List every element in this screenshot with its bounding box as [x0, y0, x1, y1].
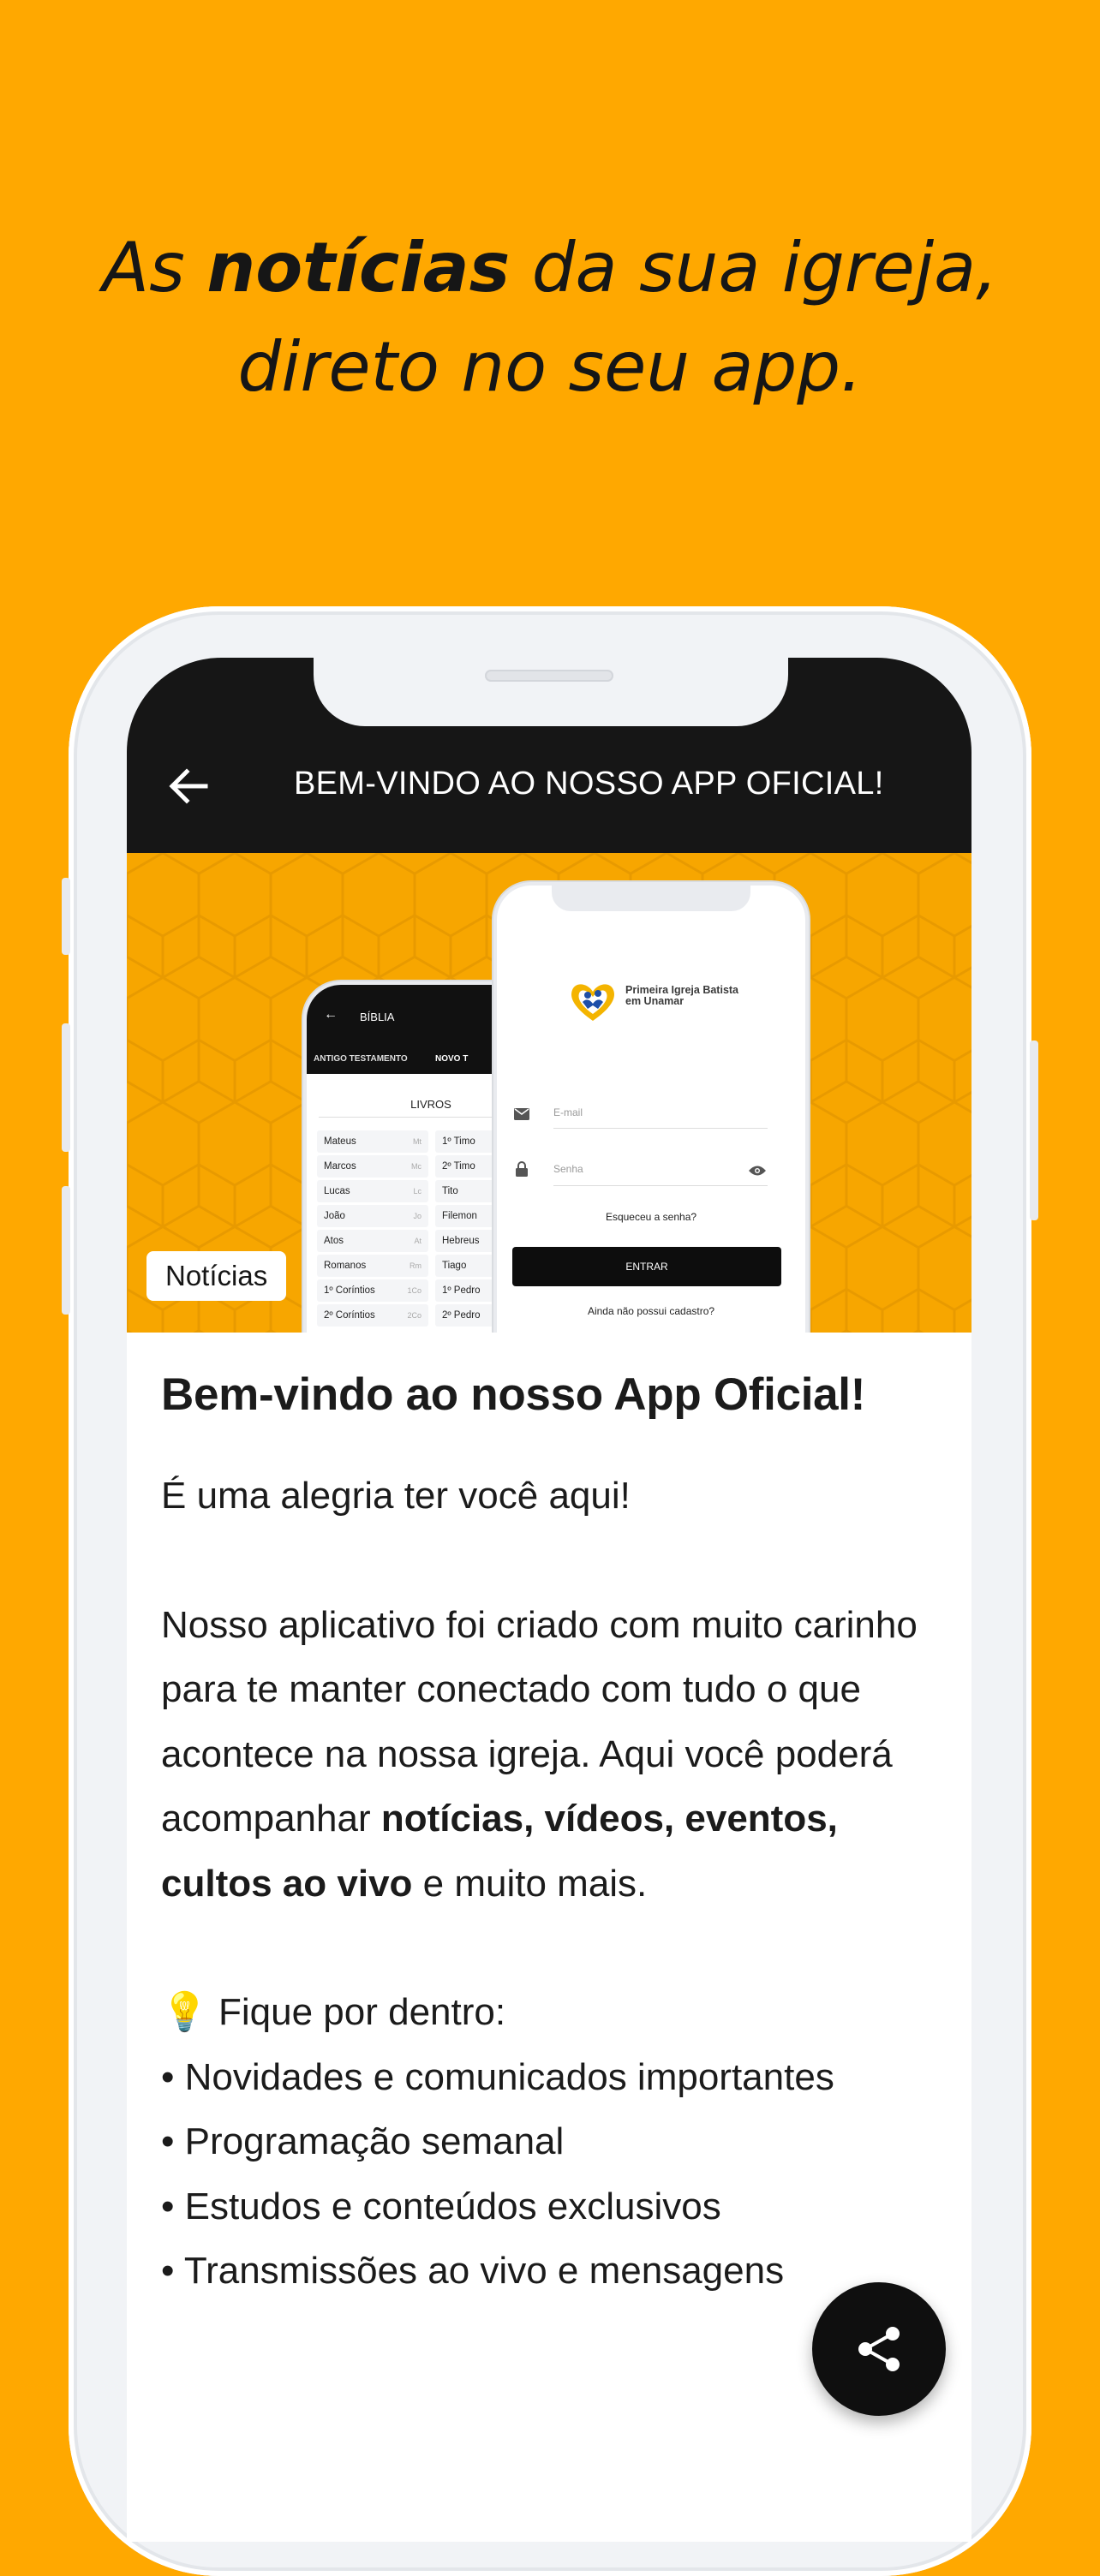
bible-title: BÍBLIA [360, 1011, 395, 1023]
book-item: 1º Coríntios 1Co [317, 1279, 428, 1302]
church-logo-text: Primeira Igreja Batista em Unamar [625, 984, 739, 1007]
arrow-left-icon[interactable] [166, 765, 209, 808]
tab-new-testament: NOVO T [435, 1054, 469, 1064]
book-item: Atos At [317, 1230, 428, 1252]
email-field: E-mail [553, 1106, 583, 1118]
phone-notch [314, 658, 788, 726]
book-item: Lucas Lc [317, 1180, 428, 1202]
mockup-notch [552, 886, 750, 911]
church-logo-icon [571, 984, 614, 1021]
app-bar-title: BEM-VINDO AO NOSSO APP OFICIAL! [294, 766, 884, 802]
eye-icon [749, 1166, 766, 1176]
phone-side-button [62, 1023, 70, 1152]
lock-icon [516, 1161, 528, 1177]
password-underline [553, 1185, 768, 1186]
mail-icon [514, 1108, 529, 1120]
book-item: Mateus Mt [317, 1130, 428, 1153]
list-item: • Transmissões ao vivo e mensagens [161, 2250, 785, 2292]
phone-side-button [62, 878, 70, 955]
list-item: • Programação semanal [161, 2120, 565, 2162]
email-underline [553, 1128, 768, 1129]
headline-line-1: As notícias da sua igreja, [0, 218, 1100, 318]
headline-pre: As [102, 228, 207, 307]
post-greeting: É uma alegria ter você aqui! [161, 1475, 631, 1517]
tab-old-testament: ANTIGO TESTAMENTO [314, 1054, 408, 1064]
share-button[interactable] [812, 2282, 946, 2416]
book-item: João Jo [317, 1205, 428, 1227]
phone-speaker [485, 670, 613, 682]
forgot-password-link: Esqueceu a senha? [605, 1211, 697, 1223]
list-item: • Novidades e comunicados importantes [161, 2055, 834, 2098]
post-body-end: e muito mais. [412, 1862, 648, 1905]
phone-screen: BEM-VINDO AO NOSSO APP OFICIAL! ← BÍBLIA… [127, 658, 971, 2542]
register-link: Ainda não possui cadastro? [587, 1305, 715, 1317]
enter-button: ENTRAR [512, 1247, 781, 1286]
list-intro: 💡 Fique por dentro: [161, 1991, 506, 2033]
book-item: Romanos Rm [317, 1255, 428, 1277]
headline-bold: notícias [206, 228, 511, 307]
headline-post: da sua igreja, [510, 228, 998, 307]
book-item: Marcos Mc [317, 1155, 428, 1178]
headline-line-2: direto no seu app. [237, 327, 863, 407]
login-screen-mockup: Primeira Igreja Batista em Unamar E-mail… [493, 882, 809, 1333]
arrow-left-icon: ← [324, 1007, 338, 1022]
phone-side-button [1030, 1041, 1038, 1220]
share-icon [858, 2327, 900, 2371]
list-item: • Estudos e conteúdos exclusivos [161, 2185, 721, 2227]
marketing-headline: As notícias da sua igreja, direto no seu… [0, 218, 1100, 417]
books-column-left: Mateus Mt Marcos Mc Lucas Lc João Jo Atos At … [317, 1130, 428, 1329]
post-body: Nosso aplicativo foi criado com muito ca… [161, 1593, 949, 1917]
phone-side-button [62, 1186, 70, 1315]
password-field: Senha [553, 1163, 583, 1175]
post-title: Bem-vindo ao nosso App Oficial! [161, 1369, 866, 1420]
news-banner-image: ← BÍBLIA ANTIGO TESTAMENTO NOVO T LIVROS… [127, 853, 971, 1333]
category-badge: Notícias [146, 1251, 287, 1301]
book-item: 2º Coríntios 2Co [317, 1304, 428, 1327]
post-content: Bem-vindo ao nosso App Oficial! É uma al… [161, 1368, 949, 2304]
